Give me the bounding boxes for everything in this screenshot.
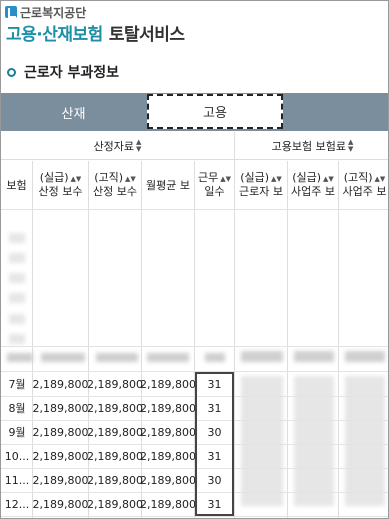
col-header-monthly-avg[interactable]: 월평균 보 [142,161,194,209]
cell-job-calc: 2,189,800 [87,377,143,391]
cell-monthly-avg: 2,189,800 [140,497,196,511]
col-header-workdays[interactable]: 근무 ▲▼ 일수 [195,161,234,209]
group-header-premium-label: 고용보험 보험료 [271,139,346,153]
cell-month: 11... [4,473,30,487]
cell-month: 8월 [8,402,26,415]
org-logo-icon [5,6,17,18]
service-title-sub: 토탈서비스 [108,25,185,45]
section-header: 근로자 부과정보 [7,62,119,82]
cell-month: 10... [4,449,30,463]
cell-paid-calc: 2,189,800 [32,401,89,415]
org-name: 근로복지공단 [20,5,87,20]
tab-bar: 산재 고용 [1,93,388,131]
col-header-label: 보험 [6,179,27,192]
cell-paid-calc: 2,189,800 [32,449,89,463]
col-header-label: 월평균 보 [146,179,190,192]
col-header-label: (고직) ▲▼ 산정 보수 [93,171,137,198]
col-header-job-calc[interactable]: (고직) ▲▼ 산정 보수 [89,161,141,209]
col-header-job-employer-premium[interactable]: (고직) ▲▼ 사업주 보 [339,161,388,209]
group-header-premium[interactable]: 고용보험 보험료 ▲ ▼ [235,132,388,160]
col-header-label: (실급) ▲▼ 근로자 보 [239,171,283,198]
cell-job-calc: 2,189,800 [87,449,143,463]
service-title-main: 고용·산재보험 [6,25,103,45]
bullet-icon [7,67,16,77]
col-header-worker-premium[interactable]: (실급) ▲▼ 근로자 보 [235,161,287,209]
cell-monthly-avg: 2,189,800 [140,425,196,439]
app-window: 근로복지공단 고용·산재보험 토탈서비스 근로자 부과정보 산재 고용 산정자료… [0,0,389,519]
service-title: 고용·산재보험 토탈서비스 [6,20,185,45]
group-header-calc-label: 산정자료 [93,139,135,153]
col-header-paid-calc[interactable]: (실급) ▲▼ 산정 보수 [33,161,88,209]
cell-monthly-avg: 2,189,800 [140,401,196,415]
col-header-label: (실급) ▲▼ 사업주 보 [291,171,335,198]
cell-monthly-avg: 2,189,800 [140,473,196,487]
cell-job-calc: 2,189,800 [87,425,143,439]
divider [1,346,388,347]
tab-goyong[interactable]: 고용 [147,94,283,129]
cell-month: 7월 [8,378,26,391]
col-header-label: 근무 ▲▼ 일수 [197,171,232,198]
sort-icon[interactable]: ▲ ▼ [136,138,141,153]
cell-monthly-avg: 2,189,800 [140,377,196,391]
tab-sanjae[interactable]: 산재 [1,93,146,131]
cell-paid-calc: 2,189,800 [32,497,89,511]
cell-job-calc: 2,189,800 [87,497,143,511]
divider [1,209,388,210]
sort-icon[interactable]: ▲ ▼ [348,138,353,153]
cell-paid-calc: 2,189,800 [32,377,89,391]
workdays-highlight-box [195,372,234,516]
cell-paid-calc: 2,189,800 [32,425,89,439]
col-header-label: (고직) ▲▼ 사업주 보 [342,171,387,198]
divider [1,516,388,517]
cell-job-calc: 2,189,800 [87,401,143,415]
cell-month: 12... [4,497,30,511]
group-header-calc[interactable]: 산정자료 ▲ ▼ [1,132,234,160]
section-title: 근로자 부과정보 [24,65,120,81]
col-header-employer-premium[interactable]: (실급) ▲▼ 사업주 보 [288,161,338,209]
cell-monthly-avg: 2,189,800 [140,449,196,463]
cell-job-calc: 2,189,800 [87,473,143,487]
col-header-label: (실급) ▲▼ 산정 보수 [38,171,83,198]
col-header-insurance[interactable]: 보험 [1,161,32,209]
cell-paid-calc: 2,189,800 [32,473,89,487]
cell-month: 9월 [8,426,26,439]
org-header: 근로복지공단 [5,4,86,20]
